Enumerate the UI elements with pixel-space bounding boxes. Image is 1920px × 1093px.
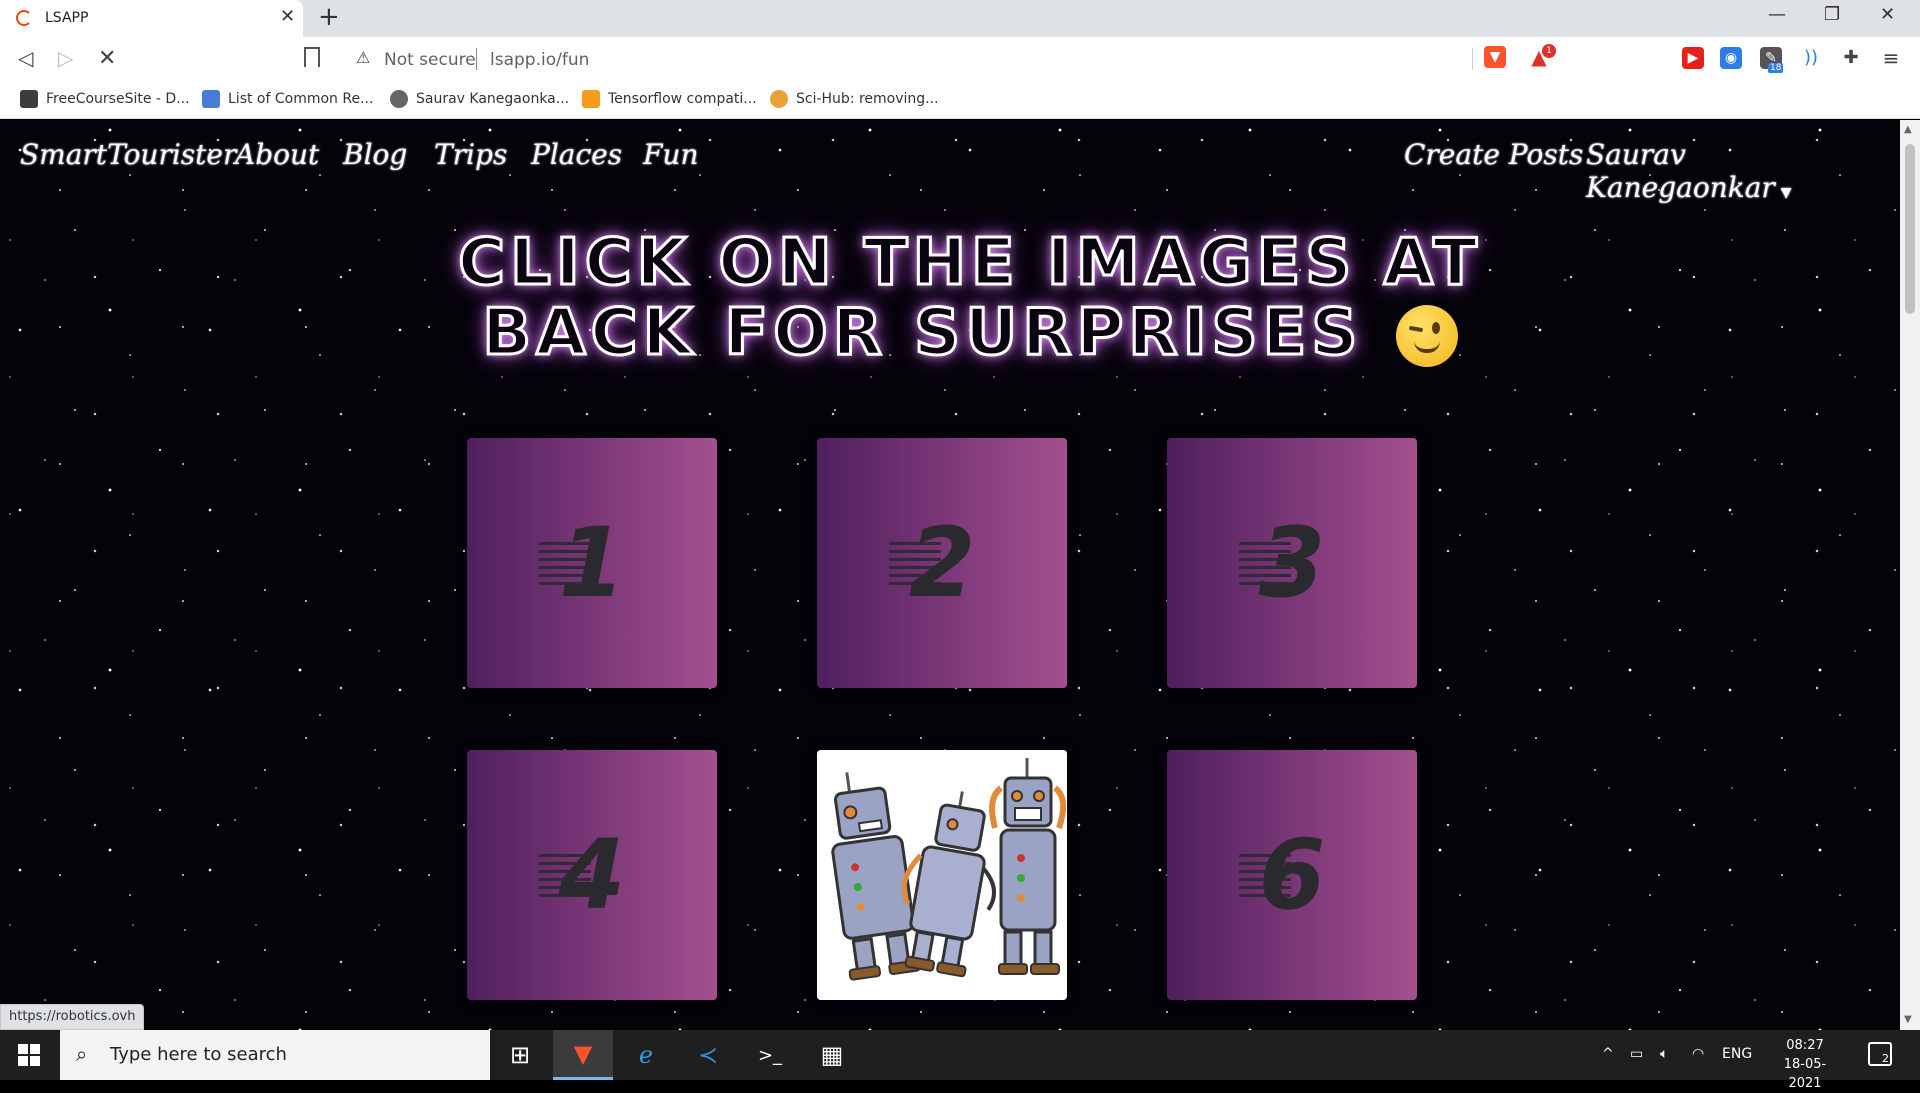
battery-icon[interactable]: ▭ <box>1630 1046 1643 1062</box>
wifi-icon[interactable]: ◠ <box>1692 1046 1704 1062</box>
freecourse-icon <box>20 90 38 108</box>
new-tab-button[interactable]: + <box>318 2 340 32</box>
tab-title: LSAPP <box>45 10 89 26</box>
flip-card-6[interactable]: 6 <box>1167 750 1417 1000</box>
globe-icon <box>390 90 408 108</box>
nav-blog[interactable]: Blog <box>343 138 407 171</box>
browser-tab-strip: LSAPP ✕ + — ❐ ✕ <box>0 0 1920 37</box>
brand-link[interactable]: SmartTourister <box>20 138 236 171</box>
tensorflow-icon <box>582 90 600 108</box>
card-number: 4 <box>558 819 626 931</box>
docs-icon <box>202 90 220 108</box>
bookmark-label: FreeCourseSite - D... <box>46 91 190 107</box>
tab-close-icon[interactable]: ✕ <box>280 6 295 27</box>
headline-text: Click on the images at back for surprise… <box>457 226 1482 370</box>
loading-spinner-icon <box>16 10 32 26</box>
system-clock[interactable]: 08:27 18-05-2021 <box>1770 1036 1840 1093</box>
flip-card-3[interactable]: 3 <box>1167 438 1417 688</box>
show-hidden-icons-icon[interactable]: ^ <box>1602 1046 1614 1062</box>
youtube-extension-icon[interactable]: ▶ <box>1682 47 1704 69</box>
notification-center-icon[interactable]: 2 <box>1868 1042 1892 1066</box>
stop-loading-button[interactable]: ✕ <box>98 46 116 71</box>
bookmark-freecoursesite[interactable]: FreeCourseSite - D... <box>20 90 190 108</box>
translate-badge: 18 <box>1768 63 1784 73</box>
card-number: 2 <box>908 507 976 619</box>
screen-capture-extension-icon[interactable]: ◉ <box>1720 47 1742 69</box>
bookmark-icon[interactable] <box>304 47 320 67</box>
bookmark-label: Saurav Kanegaonka... <box>416 91 570 107</box>
bookmark-tensorflow[interactable]: Tensorflow compati... <box>582 90 757 108</box>
nav-fun[interactable]: Fun <box>643 138 699 171</box>
user-menu-dropdown[interactable]: Saurav Kanegaonkar ▼ <box>1586 138 1900 204</box>
card-number: 1 <box>558 507 626 619</box>
flip-card-2[interactable]: 2 <box>817 438 1067 688</box>
bookmark-saurav[interactable]: Saurav Kanegaonka... <box>390 90 569 108</box>
flip-card-1[interactable]: 1 <box>467 438 717 688</box>
omnibox-divider <box>1472 48 1473 70</box>
taskbar-search-box[interactable]: ⌕ Type here to search <box>60 1030 490 1080</box>
nav-places[interactable]: Places <box>531 138 622 171</box>
bookmarks-bar: FreeCourseSite - D... List of Common Re.… <box>0 81 1920 119</box>
nav-create-posts[interactable]: Create Posts <box>1404 138 1583 171</box>
security-label[interactable]: Not secure <box>384 50 476 70</box>
wink-emoji-icon <box>1395 305 1458 368</box>
terminal-icon[interactable]: >_ <box>740 1030 800 1080</box>
page-scrollbar[interactable]: ▲ ▼ <box>1900 120 1920 1030</box>
forward-button[interactable]: ▷ <box>58 46 73 70</box>
windows-taskbar: ⌕ Type here to search ⊞ ▼ e ≺ >_ ▦ ^ ▭ 🔈… <box>0 1030 1920 1091</box>
clock-date: 18-05-2021 <box>1783 1057 1827 1091</box>
bookmark-label: Sci-Hub: removing... <box>796 91 939 107</box>
flip-card-5-revealed[interactable] <box>817 750 1067 1000</box>
microsoft-store-icon[interactable]: ▦ <box>802 1030 862 1080</box>
link-status-bubble: https://robotics.ovh <box>0 1004 145 1030</box>
nav-about[interactable]: About <box>235 138 319 171</box>
address-bar[interactable]: ⚠ Not secure lsapp.io/fun ▼ ▲ 1 <box>342 42 1564 76</box>
search-placeholder: Type here to search <box>110 1044 287 1065</box>
page-headline: Click on the images at back for surprise… <box>380 226 1560 370</box>
card-number: 3 <box>1258 507 1326 619</box>
card-number: 6 <box>1258 819 1326 931</box>
brave-browser-taskbar-icon[interactable]: ▼ <box>553 1030 613 1080</box>
scroll-down-arrow-icon[interactable]: ▼ <box>1904 1014 1912 1025</box>
windows-start-icon[interactable] <box>18 1044 40 1066</box>
audio-extension-icon[interactable]: )) <box>1800 47 1822 69</box>
language-indicator[interactable]: ENG <box>1722 1046 1752 1062</box>
nav-trips[interactable]: Trips <box>434 138 507 171</box>
bookmark-label: Tensorflow compati... <box>608 91 757 107</box>
task-view-icon[interactable]: ⊞ <box>490 1030 550 1080</box>
bookmark-label: List of Common Re... <box>228 91 374 107</box>
brave-shields-icon[interactable]: ▼ <box>1484 46 1506 68</box>
url-text[interactable]: lsapp.io/fun <box>490 50 589 70</box>
scihub-icon <box>770 90 788 108</box>
browser-menu-icon[interactable]: ≡ <box>1880 47 1902 69</box>
site-navbar: SmartTourister About Blog Trips Places F… <box>0 120 1900 204</box>
user-name: Saurav Kanegaonkar <box>1586 138 1775 204</box>
volume-icon[interactable]: 🔈︎ <box>1660 1046 1668 1062</box>
bookmark-scihub[interactable]: Sci-Hub: removing... <box>770 90 939 108</box>
warning-icon[interactable]: ⚠ <box>356 48 370 67</box>
restore-button[interactable]: ❐ <box>1824 4 1840 25</box>
window-close-button[interactable]: ✕ <box>1880 4 1895 25</box>
back-button[interactable]: ◁ <box>18 46 33 70</box>
caret-down-icon: ▼ <box>1780 185 1792 201</box>
bookmark-common-re[interactable]: List of Common Re... <box>202 90 373 108</box>
scroll-up-arrow-icon[interactable]: ▲ <box>1904 124 1912 135</box>
browser-toolbar: ◁ ▷ ✕ ⚠ Not secure lsapp.io/fun ▼ ▲ 1 ▶ … <box>0 37 1920 81</box>
extensions-puzzle-icon[interactable]: ✚ <box>1840 47 1862 69</box>
vscode-icon[interactable]: ≺ <box>678 1030 738 1080</box>
page-content: SmartTourister About Blog Trips Places F… <box>0 120 1900 1030</box>
scrollbar-thumb[interactable] <box>1905 144 1915 314</box>
search-icon: ⌕ <box>76 1042 88 1066</box>
internet-explorer-icon[interactable]: e <box>616 1030 676 1080</box>
browser-tab[interactable]: LSAPP ✕ <box>0 0 303 37</box>
dancing-robots-image[interactable] <box>817 750 1067 1000</box>
omnibox-separator <box>476 48 477 70</box>
flip-card-4[interactable]: 4 <box>467 750 717 1000</box>
clock-time: 08:27 <box>1786 1038 1824 1053</box>
rewards-badge: 1 <box>1542 44 1556 58</box>
minimize-button[interactable]: — <box>1768 4 1786 25</box>
